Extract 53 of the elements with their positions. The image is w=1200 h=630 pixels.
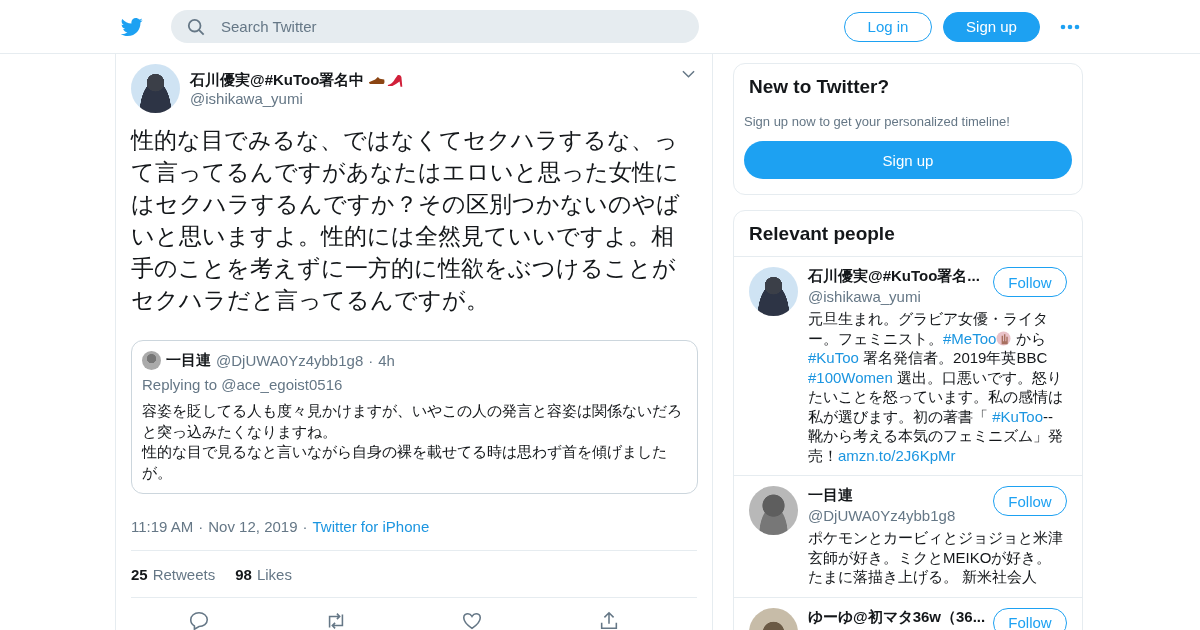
login-button[interactable]: Log in [844,11,932,42]
quoted-text: 性的な目で見るなと言いながら自身の裸を載せてる時は思わず首を傾げましたが。 [142,442,668,483]
twitter-logo-icon[interactable] [119,15,145,38]
user-bio: 元旦生まれ。グラビア女優・ライター。フェミニスト。#MeToo から #KuToo 署名発信者。2019年英BBC #100Women 選出。口悪いです。怒りたいことを怒っています。私の感情は私が選びます。初の著書「 #KuToo--靴から考える本気のフェミニズム」発売！amzn.to/2J6KpMr [808,309,1064,465]
card-title: Relevant people [734,211,1082,257]
stat-count: 25 [131,566,148,583]
card-title: New to Twitter? [748,76,891,98]
hashtag-link[interactable]: #KuToo [992,407,1044,425]
source-link[interactable]: Twitter for iPhone [312,518,430,535]
reply-icon[interactable] [188,610,211,630]
follow-button[interactable]: Follow [993,486,1067,516]
quoted-author-handle: @DjUWA0Yz4ybb1g8 [216,352,364,369]
replying-to: Replying to @ace_egoist0516 [142,376,344,393]
quoted-text: 容姿を貶してる人も度々見かけますが、いやこの人の発言と容姿は関係ないだろと突っ込みたくなりますね。 [142,401,683,442]
card-text: Sign up now to get your personalized timeline! [744,114,1011,129]
raised-hand-icon [996,330,1012,346]
separator-dot: · [302,518,308,535]
separator-dot: · [198,518,204,535]
heart-icon[interactable] [461,610,484,630]
separator-dot: · [368,352,374,369]
user-name[interactable]: ゆーゆ@初マタ36w（36... [808,607,986,627]
search-field[interactable]: Search Twitter [171,10,699,43]
more-icon[interactable] [1060,23,1080,30]
hashtag-link[interactable]: amzn.to/2J6KpMr [838,446,956,464]
author-name[interactable]: 石川優実@#KuToo署名中 [190,70,365,90]
follow-button[interactable]: Follow [993,607,1067,630]
quoted-tweet[interactable]: 一目連 @DjUWA0Yz4ybb1g8 · 4h Replying to @ace_egoist0516 容姿を貶してる人も度々見かけますが、いやこの人の発言と容姿は関係ないだろと突っ込みたくなりますね。 性的な目で見るなと言いながら自身の裸を載せてる時は思わず首を傾げましたが。 [131,340,698,494]
stat-count: 98 [235,566,252,583]
user-name[interactable]: 石川優実@#KuToo署名... [808,267,980,286]
follow-button[interactable]: Follow [993,267,1067,297]
user-name[interactable]: 一目連 [808,486,956,505]
signup-button[interactable]: Sign up [943,11,1040,42]
user-handle[interactable]: @DjUWA0Yz4ybb1g8 [808,507,956,524]
avatar[interactable] [749,486,798,535]
tweet-date: Nov 12, 2019 [208,518,298,535]
stat-label[interactable]: Retweets [152,566,216,583]
avatar[interactable] [131,64,180,113]
tweet-time: 11:19 AM [131,518,194,535]
author-handle[interactable]: @ishikawa_yumi [190,89,672,107]
avatar[interactable] [749,267,798,316]
tweet-text: 性的な目でみるな、ではなくてセクハラするな、って言ってるんですがあなたはエロいと思った女性にはセクハラするんですか？その区別つかないのやばいと思いますよ。性的には全然見ていいですよ。相手のことを考えずに一方的に性欲をぶつけることがセクハラだと言ってるんですが。 [131,126,681,315]
stat-label[interactable]: Likes [256,566,292,583]
hashtag-link[interactable]: #MeToo [943,329,997,347]
search-icon [187,18,205,36]
user-handle[interactable]: @ishikawa_yumi [808,288,980,305]
hashtag-link[interactable]: #100Women [808,368,893,386]
avatar [142,351,161,370]
hashtag-link[interactable]: #KuToo [808,349,859,366]
quoted-time: 4h [378,352,395,369]
signup-button[interactable]: Sign up [744,141,1072,179]
quoted-author-name: 一目連 [166,351,211,370]
user-bio: ポケモンとカービィとジョジョと米津玄師が好き。ミクとMEIKOが好き。たまに落描き上げる。 新米社会人 [808,528,1064,587]
chevron-down-icon[interactable] [682,70,695,78]
